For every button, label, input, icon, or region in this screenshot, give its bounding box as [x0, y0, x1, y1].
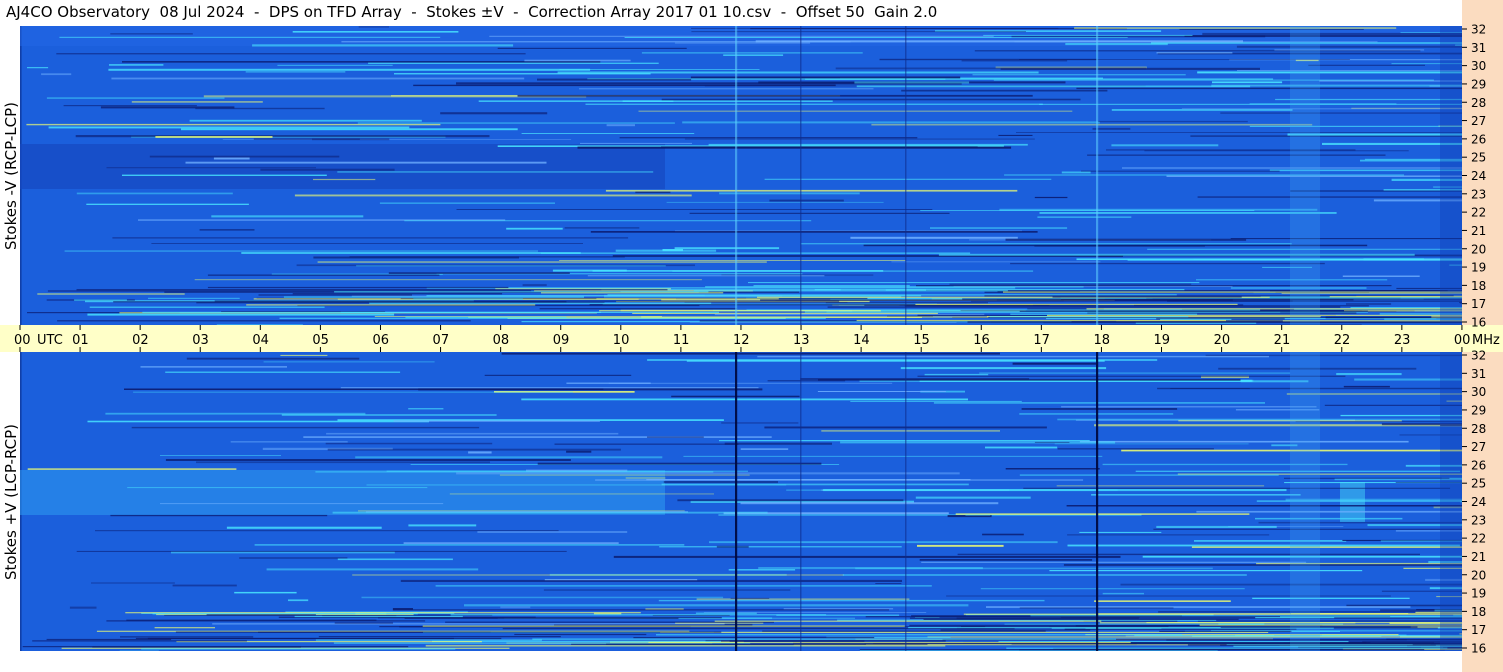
- freq-tick-label: 31: [1471, 367, 1486, 381]
- freq-tick-label: 16: [1471, 642, 1486, 656]
- time-tick-label: 08: [493, 333, 510, 348]
- time-tick-label: 12: [733, 333, 750, 348]
- time-tick-label: 01: [72, 333, 89, 348]
- freq-tick-label: 28: [1471, 422, 1486, 436]
- freq-tick-label: 24: [1471, 495, 1486, 509]
- freq-tick-label: 26: [1471, 132, 1486, 146]
- time-tick-label: 00: [1454, 333, 1471, 348]
- time-tick-label: 19: [1154, 333, 1171, 348]
- time-tick-label: 14: [853, 333, 870, 348]
- freq-tick-label: 19: [1471, 587, 1486, 601]
- freq-tick-label: 24: [1471, 169, 1486, 183]
- freq-tick-label: 25: [1471, 477, 1486, 491]
- freq-tick-label: 18: [1471, 279, 1486, 293]
- utc-label: UTC: [37, 333, 63, 348]
- chart-title: AJ4CO Observatory 08 Jul 2024 - DPS on T…: [6, 3, 938, 21]
- y-axis-label-bottom: Stokes +V (LCP-RCP): [2, 424, 20, 580]
- freq-tick-label: 22: [1471, 206, 1486, 220]
- freq-tick-label: 26: [1471, 458, 1486, 472]
- frequency-axis-bottom: 16 17 18 19 20 21 22 23 24 25 26 27 28 29 30 31 32: [1462, 349, 1503, 656]
- time-tick-label: 02: [132, 333, 149, 348]
- time-tick-label: 13: [793, 333, 810, 348]
- freq-tick-label: 21: [1471, 550, 1486, 564]
- time-tick-label: 00: [14, 333, 31, 348]
- freq-tick-label: 22: [1471, 532, 1486, 546]
- freq-tick-label: 27: [1471, 114, 1486, 128]
- spectrogram-top: [20, 26, 1462, 325]
- frequency-axis-top: 16 17 18 19 20 21 22 23 24 25 26 27 28 29 30 31 32: [1462, 23, 1503, 330]
- freq-tick-label: 30: [1471, 59, 1486, 73]
- freq-tick-label: 17: [1471, 297, 1486, 311]
- freq-tick-label: 25: [1471, 151, 1486, 165]
- freq-tick-label: 29: [1471, 77, 1486, 91]
- freq-tick-label: 32: [1471, 349, 1486, 363]
- mhz-label: MHz: [1472, 333, 1500, 348]
- time-tick-label: 10: [613, 333, 630, 348]
- time-tick-label: 22: [1334, 333, 1351, 348]
- time-axis: 00 01 02 03 04 05 06 07 08 09 10 11 12 13 14 15 16 17 18 19…: [0, 325, 1503, 352]
- time-tick-label: 04: [252, 333, 269, 348]
- freq-tick-label: 16: [1471, 316, 1486, 330]
- spectrogram-bottom: [20, 352, 1462, 651]
- y-axis-label-top: Stokes -V (RCP-LCP): [2, 102, 20, 250]
- freq-tick-label: 18: [1471, 605, 1486, 619]
- freq-tick-label: 23: [1471, 187, 1486, 201]
- freq-tick-label: 17: [1471, 623, 1486, 637]
- time-tick-label: 09: [553, 333, 570, 348]
- freq-tick-label: 19: [1471, 261, 1486, 275]
- freq-tick-label: 28: [1471, 96, 1486, 110]
- freq-tick-label: 20: [1471, 568, 1486, 582]
- freq-tick-label: 30: [1471, 385, 1486, 399]
- freq-tick-label: 29: [1471, 403, 1486, 417]
- time-tick-label: 17: [1033, 333, 1050, 348]
- time-tick-label: 18: [1093, 333, 1110, 348]
- freq-tick-label: 21: [1471, 224, 1486, 238]
- freq-tick-label: 23: [1471, 513, 1486, 527]
- time-tick-label: 21: [1274, 333, 1291, 348]
- time-tick-label: 05: [312, 333, 329, 348]
- time-tick-label: 20: [1214, 333, 1231, 348]
- freq-tick-label: 32: [1471, 23, 1486, 37]
- freq-tick-label: 27: [1471, 440, 1486, 454]
- time-tick-label: 11: [673, 333, 690, 348]
- time-tick-label: 03: [192, 333, 209, 348]
- time-tick-label: 16: [973, 333, 990, 348]
- freq-tick-label: 20: [1471, 242, 1486, 256]
- time-tick-label: 23: [1394, 333, 1411, 348]
- time-tick-label: 07: [433, 333, 450, 348]
- freq-tick-label: 31: [1471, 41, 1486, 55]
- time-tick-label: 15: [913, 333, 930, 348]
- time-tick-label: 06: [372, 333, 389, 348]
